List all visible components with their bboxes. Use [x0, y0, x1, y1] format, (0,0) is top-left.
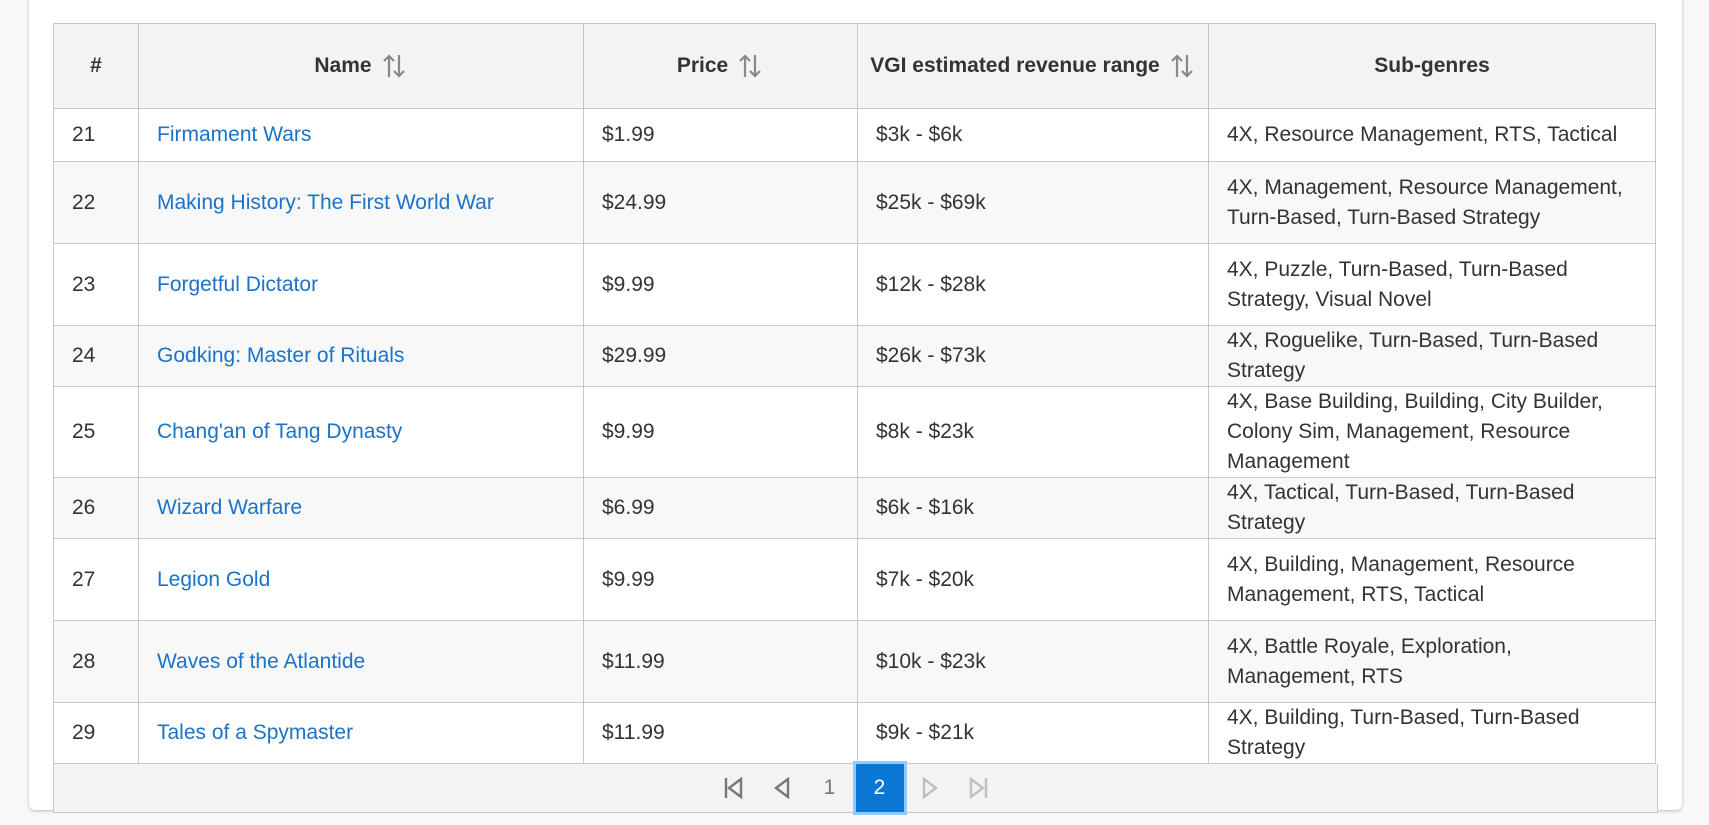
- sort-icon[interactable]: [1168, 52, 1196, 80]
- games-table: # Name Price VGI estimated revenue range…: [53, 23, 1656, 764]
- game-link[interactable]: Legion Gold: [157, 568, 270, 591]
- cell-name: Chang'an of Tang Dynasty: [138, 386, 584, 478]
- sort-icon[interactable]: [736, 52, 764, 80]
- column-header-price[interactable]: Price: [583, 23, 858, 109]
- results-card: # Name Price VGI estimated revenue range…: [29, 0, 1682, 815]
- sort-icon[interactable]: [380, 52, 408, 80]
- cell-name: Godking: Master of Rituals: [138, 325, 584, 387]
- cell-revenue: $26k - $73k: [857, 325, 1209, 387]
- games-table-wrapper: # Name Price VGI estimated revenue range…: [53, 23, 1658, 815]
- first-page-icon: [724, 776, 742, 800]
- game-link[interactable]: Waves of the Atlantide: [157, 650, 365, 673]
- cell-price: $6.99: [583, 477, 858, 539]
- cell-name: Wizard Warfare: [138, 477, 584, 539]
- table-row: 27 Legion Gold $9.99 $7k - $20k 4X, Buil…: [53, 538, 1656, 621]
- table-row: 23 Forgetful Dictator $9.99 $12k - $28k …: [53, 243, 1656, 326]
- cell-name: Legion Gold: [138, 538, 584, 621]
- table-row: 22 Making History: The First World War $…: [53, 161, 1656, 244]
- table-row: 26 Wizard Warfare $6.99 $6k - $16k 4X, T…: [53, 477, 1656, 539]
- cell-subgenres: 4X, Building, Management, Resource Manag…: [1208, 538, 1656, 621]
- cell-number: 27: [53, 538, 139, 621]
- game-link[interactable]: Forgetful Dictator: [157, 273, 318, 296]
- last-page-button[interactable]: [954, 764, 1002, 812]
- table-row: 21 Firmament Wars $1.99 $3k - $6k 4X, Re…: [53, 108, 1656, 162]
- cell-price: $9.99: [583, 386, 858, 478]
- cell-number: 29: [53, 702, 139, 764]
- cell-subgenres: 4X, Base Building, Building, City Builde…: [1208, 386, 1656, 478]
- cell-price: $11.99: [583, 702, 858, 764]
- game-link[interactable]: Firmament Wars: [157, 123, 311, 146]
- cell-subgenres: 4X, Resource Management, RTS, Tactical: [1208, 108, 1656, 162]
- cell-price: $9.99: [583, 243, 858, 326]
- cell-number: 25: [53, 386, 139, 478]
- column-header-label: Name: [314, 54, 372, 77]
- cell-price: $29.99: [583, 325, 858, 387]
- table-row: 25 Chang'an of Tang Dynasty $9.99 $8k - …: [53, 386, 1656, 478]
- cell-subgenres: 4X, Roguelike, Turn-Based, Turn-Based St…: [1208, 325, 1656, 387]
- previous-page-button[interactable]: [758, 764, 806, 812]
- first-page-button[interactable]: [710, 764, 758, 812]
- column-header-label: Price: [676, 54, 729, 77]
- table-row: 24 Godking: Master of Rituals $29.99 $26…: [53, 325, 1656, 387]
- column-header-revenue[interactable]: VGI estimated revenue range: [857, 23, 1209, 109]
- column-header-subgenres: Sub-genres: [1208, 23, 1656, 109]
- cell-number: 28: [53, 620, 139, 703]
- game-link[interactable]: Wizard Warfare: [157, 496, 302, 519]
- page-button-2-current[interactable]: 2: [852, 761, 907, 815]
- cell-number: 22: [53, 161, 139, 244]
- game-link[interactable]: Tales of a Spymaster: [157, 721, 353, 744]
- cell-revenue: $25k - $69k: [857, 161, 1209, 244]
- cell-revenue: $7k - $20k: [857, 538, 1209, 621]
- cell-revenue: $8k - $23k: [857, 386, 1209, 478]
- cell-revenue: $9k - $21k: [857, 702, 1209, 764]
- column-header-number: #: [53, 23, 139, 109]
- cell-subgenres: 4X, Management, Resource Management, Tur…: [1208, 161, 1656, 244]
- table-row: 28 Waves of the Atlantide $11.99 $10k - …: [53, 620, 1656, 703]
- column-header-label: Sub-genres: [1374, 54, 1490, 77]
- cell-price: $1.99: [583, 108, 858, 162]
- cell-number: 21: [53, 108, 139, 162]
- cell-name: Making History: The First World War: [138, 161, 584, 244]
- column-header-label: VGI estimated revenue range: [870, 54, 1160, 77]
- cell-name: Firmament Wars: [138, 108, 584, 162]
- cell-number: 24: [53, 325, 139, 387]
- column-header-label: #: [90, 54, 102, 77]
- game-link[interactable]: Chang'an of Tang Dynasty: [157, 420, 402, 443]
- column-header-name[interactable]: Name: [138, 23, 584, 109]
- cell-subgenres: 4X, Tactical, Turn-Based, Turn-Based Str…: [1208, 477, 1656, 539]
- cell-subgenres: 4X, Puzzle, Turn-Based, Turn-Based Strat…: [1208, 243, 1656, 326]
- pagination: 1 2: [53, 761, 1658, 815]
- next-page-icon: [922, 776, 938, 800]
- cell-subgenres: 4X, Building, Turn-Based, Turn-Based Str…: [1208, 702, 1656, 764]
- cell-price: $9.99: [583, 538, 858, 621]
- cell-subgenres: 4X, Battle Royale, Exploration, Manageme…: [1208, 620, 1656, 703]
- table-row: 29 Tales of a Spymaster $11.99 $9k - $21…: [53, 702, 1656, 764]
- cell-name: Tales of a Spymaster: [138, 702, 584, 764]
- cell-revenue: $12k - $28k: [857, 243, 1209, 326]
- game-link[interactable]: Making History: The First World War: [157, 191, 494, 214]
- cell-number: 23: [53, 243, 139, 326]
- game-link[interactable]: Godking: Master of Rituals: [157, 344, 404, 367]
- page-button-1[interactable]: 1: [806, 764, 854, 812]
- cell-price: $24.99: [583, 161, 858, 244]
- cell-revenue: $3k - $6k: [857, 108, 1209, 162]
- cell-revenue: $6k - $16k: [857, 477, 1209, 539]
- cell-price: $11.99: [583, 620, 858, 703]
- cell-name: Waves of the Atlantide: [138, 620, 584, 703]
- last-page-icon: [969, 776, 987, 800]
- cell-revenue: $10k - $23k: [857, 620, 1209, 703]
- cell-number: 26: [53, 477, 139, 539]
- table-header-row: # Name Price VGI estimated revenue range…: [53, 23, 1656, 109]
- previous-page-icon: [773, 776, 789, 800]
- cell-name: Forgetful Dictator: [138, 243, 584, 326]
- next-page-button[interactable]: [906, 764, 954, 812]
